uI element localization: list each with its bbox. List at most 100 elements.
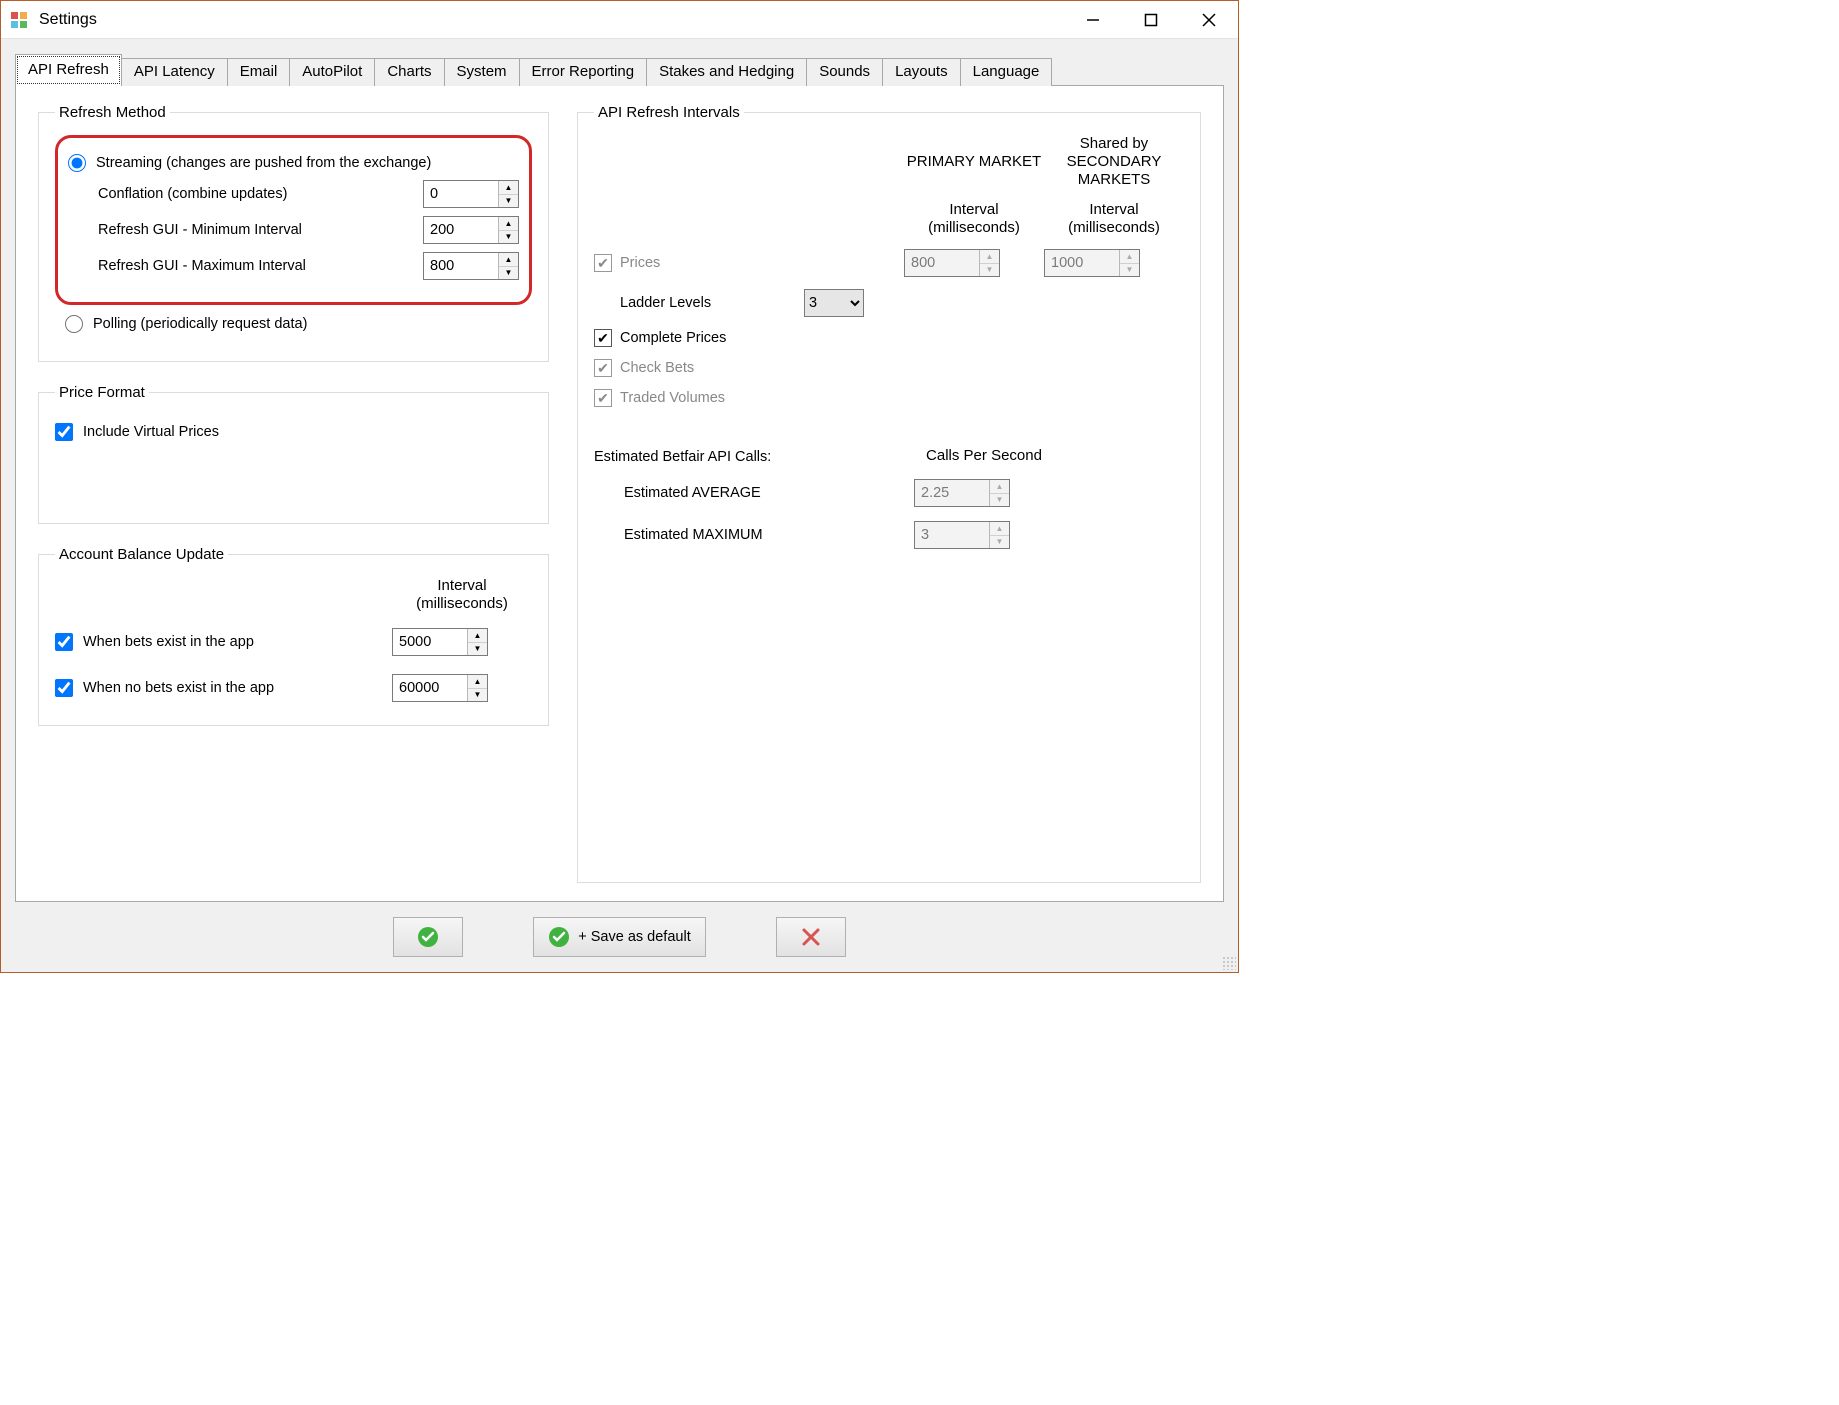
input-gui-max[interactable] [424,253,498,279]
maximize-button[interactable] [1122,1,1180,38]
tab-layouts[interactable]: Layouts [882,58,961,86]
row-include-virtual: Include Virtual Prices [55,423,532,441]
legend-api-intervals: API Refresh Intervals [594,104,744,121]
no-bets-down-button[interactable]: ▼ [468,689,487,702]
row-gui-max: Refresh GUI - Maximum Interval ▲▼ [68,252,519,280]
input-gui-min[interactable] [424,217,498,243]
tab-stakes-hedging[interactable]: Stakes and Hedging [646,58,807,86]
spinner-est-avg: ▲▼ [914,479,1010,507]
checkbox-no-bets[interactable] [55,679,73,697]
minimize-button[interactable] [1064,1,1122,38]
label-est-max: Estimated MAXIMUM [594,527,914,543]
row-no-bets: When no bets exist in the app [55,679,392,697]
x-icon [800,926,822,948]
cancel-button[interactable] [776,917,846,957]
est-avg-up: ▲ [990,480,1009,494]
app-icon [9,10,29,30]
gui-max-up-button[interactable]: ▲ [499,253,518,267]
window-controls [1064,1,1238,38]
tab-error-reporting[interactable]: Error Reporting [519,58,648,86]
label-no-bets: When no bets exist in the app [83,680,274,696]
input-no-bets[interactable] [393,675,467,701]
left-column: Refresh Method Streaming (changes are pu… [36,104,551,883]
label-gui-min: Refresh GUI - Minimum Interval [68,222,413,238]
spinner-prices-primary: ▲▼ [904,249,1000,277]
group-refresh-method: Refresh Method Streaming (changes are pu… [38,104,549,362]
gui-max-down-button[interactable]: ▼ [499,267,518,280]
bets-exist-up-button[interactable]: ▲ [468,629,487,643]
row-ladder: Ladder Levels [594,295,804,311]
group-price-format: Price Format Include Virtual Prices [38,384,549,524]
header-primary-sub: Interval (milliseconds) [904,201,1044,237]
radio-streaming[interactable] [68,154,86,172]
conflation-up-button[interactable]: ▲ [499,181,518,195]
conflation-down-button[interactable]: ▼ [499,195,518,208]
tab-charts[interactable]: Charts [374,58,444,86]
bets-exist-down-button[interactable]: ▼ [468,643,487,656]
checkbox-prices [594,254,612,272]
label-gui-max: Refresh GUI - Maximum Interval [68,258,413,274]
check-circle-icon [417,926,439,948]
checkbox-checkbets [594,359,612,377]
no-bets-up-button[interactable]: ▲ [468,675,487,689]
header-secondary: Shared by SECONDARY MARKETS [1044,135,1184,189]
input-prices-primary [905,250,979,276]
row-bets-exist: When bets exist in the app [55,633,392,651]
header-secondary-sub: Interval (milliseconds) [1044,201,1184,237]
account-interval-header: Interval (milliseconds) [392,577,532,613]
row-prices: Prices [594,254,804,272]
spinner-gui-max: ▲▼ [423,252,519,280]
group-api-intervals: API Refresh Intervals PRIMARY MARKET Sha… [577,104,1201,883]
label-est-header: Estimated Betfair API Calls: [594,449,914,465]
radio-polling[interactable] [65,315,83,333]
est-max-up: ▲ [990,522,1009,536]
settings-window: Settings API Refresh API Latency Email A… [0,0,1239,973]
tab-autopilot[interactable]: AutoPilot [289,58,375,86]
radio-streaming-row: Streaming (changes are pushed from the e… [68,154,519,172]
row-complete: Complete Prices [594,329,804,347]
estimates-section: Estimated Betfair API Calls: Calls Per S… [594,447,1184,549]
label-conflation: Conflation (combine updates) [68,186,413,202]
select-ladder[interactable]: 3 [804,289,864,317]
tab-email[interactable]: Email [227,58,291,86]
gui-min-down-button[interactable]: ▼ [499,231,518,244]
input-bets-exist[interactable] [393,629,467,655]
window-title: Settings [39,11,97,29]
input-conflation[interactable] [424,181,498,207]
tab-api-latency[interactable]: API Latency [121,58,228,86]
legend-refresh-method: Refresh Method [55,104,170,121]
prices-secondary-up: ▲ [1120,250,1139,264]
input-prices-secondary [1045,250,1119,276]
tab-sounds[interactable]: Sounds [806,58,883,86]
check-circle-icon [548,926,570,948]
legend-price-format: Price Format [55,384,149,401]
header-primary: PRIMARY MARKET [904,153,1044,171]
ok-button[interactable] [393,917,463,957]
checkbox-bets-exist[interactable] [55,633,73,651]
checkbox-traded [594,389,612,407]
label-bets-exist: When bets exist in the app [83,634,254,650]
row-checkbets: Check Bets [594,359,804,377]
group-account-balance: Account Balance Update Interval (millise… [38,546,549,726]
label-ladder: Ladder Levels [620,295,711,311]
label-complete: Complete Prices [620,330,726,346]
gui-min-up-button[interactable]: ▲ [499,217,518,231]
tabpage-api-refresh: Refresh Method Streaming (changes are pu… [15,85,1224,902]
label-est-avg: Estimated AVERAGE [594,485,914,501]
est-max-down: ▼ [990,536,1009,549]
save-default-button[interactable]: + Save as default [533,917,705,957]
close-button[interactable] [1180,1,1238,38]
spinner-est-max: ▲▼ [914,521,1010,549]
tab-system[interactable]: System [444,58,520,86]
tab-language[interactable]: Language [960,58,1053,86]
row-gui-min: Refresh GUI - Minimum Interval ▲▼ [68,216,519,244]
highlight-streaming: Streaming (changes are pushed from the e… [55,135,532,305]
label-traded: Traded Volumes [620,390,725,406]
checkbox-include-virtual[interactable] [55,423,73,441]
tab-api-refresh[interactable]: API Refresh [15,54,122,86]
resize-grip[interactable] [1222,956,1236,970]
est-avg-down: ▼ [990,494,1009,507]
label-prices: Prices [620,255,660,271]
radio-polling-label: Polling (periodically request data) [93,316,307,332]
checkbox-complete[interactable] [594,329,612,347]
